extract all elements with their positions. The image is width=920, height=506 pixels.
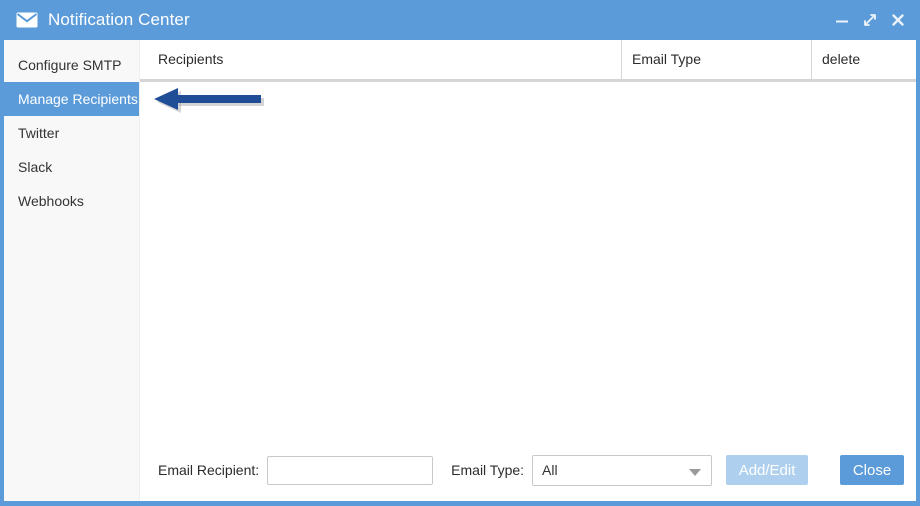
column-header-recipients[interactable]: Recipients <box>140 40 621 79</box>
title-bar: Notification Center <box>4 0 916 40</box>
sidebar-item-label: Twitter <box>18 125 60 141</box>
sidebar-item-webhooks[interactable]: Webhooks <box>4 184 139 218</box>
recipients-table-body <box>140 82 916 439</box>
chevron-down-icon <box>689 468 702 476</box>
recipients-table-header: Recipients Email Type delete <box>140 40 916 79</box>
email-recipient-label: Email Recipient: <box>158 462 260 478</box>
sidebar-item-twitter[interactable]: Twitter <box>4 116 139 150</box>
sidebar-item-label: Slack <box>18 159 53 175</box>
minimize-icon[interactable] <box>834 12 850 28</box>
expand-diagonal-icon[interactable] <box>862 12 878 28</box>
close-button[interactable]: Close <box>840 455 904 485</box>
sidebar-item-label: Configure SMTP <box>18 57 122 73</box>
sidebar-item-slack[interactable]: Slack <box>4 150 139 184</box>
email-type-label: Email Type: <box>451 462 525 478</box>
column-header-email-type[interactable]: Email Type <box>621 40 811 79</box>
sidebar-item-label: Manage Recipients <box>18 91 138 107</box>
main-panel: Recipients Email Type delete Email Recip… <box>140 40 916 501</box>
add-edit-button[interactable]: Add/Edit <box>726 455 809 485</box>
sidebar-item-label: Webhooks <box>18 193 84 209</box>
email-type-dropdown[interactable]: All <box>532 454 713 486</box>
content-area: Configure SMTP Manage Recipients Twitter… <box>4 40 916 501</box>
notification-center-window: Notification Center Configure SMTP Manag… <box>0 0 920 506</box>
footer-form: Email Recipient: Email Type: All Add/Edi… <box>140 439 916 501</box>
column-header-delete[interactable]: delete <box>811 40 916 79</box>
annotation-left-arrow-icon <box>154 88 264 113</box>
email-type-selected-value: All <box>542 462 558 478</box>
sidebar-nav: Configure SMTP Manage Recipients Twitter… <box>4 40 140 501</box>
close-x-icon[interactable] <box>890 12 906 28</box>
window-title: Notification Center <box>48 10 190 29</box>
sidebar-item-manage-recipients[interactable]: Manage Recipients <box>4 82 139 116</box>
envelope-icon <box>16 12 38 28</box>
email-recipient-input[interactable] <box>267 455 434 485</box>
sidebar-item-configure-smtp[interactable]: Configure SMTP <box>4 48 139 82</box>
window-controls <box>834 12 906 28</box>
